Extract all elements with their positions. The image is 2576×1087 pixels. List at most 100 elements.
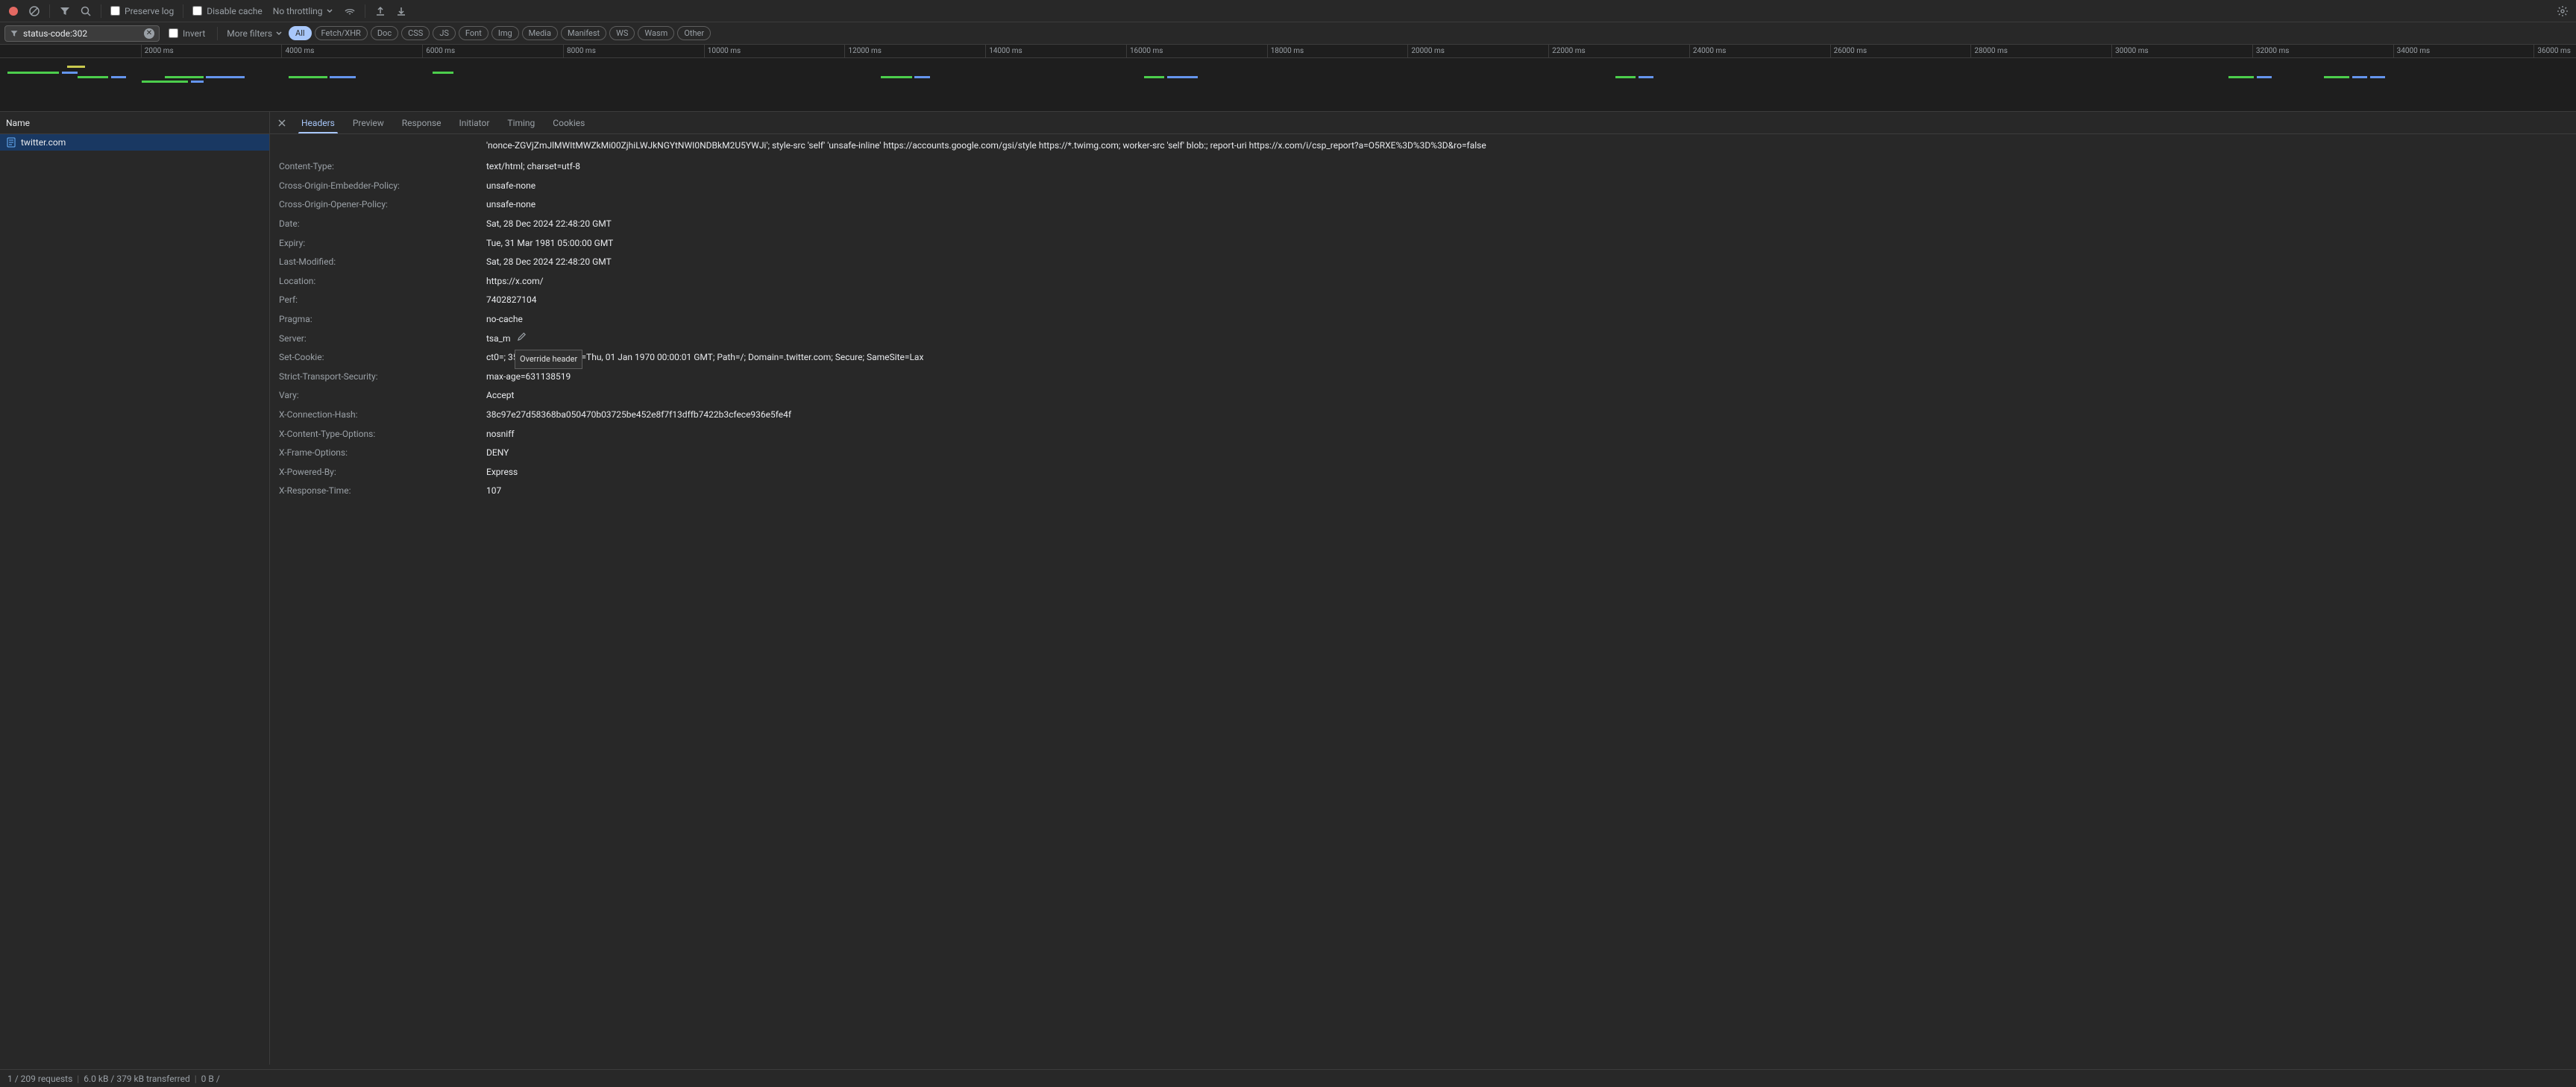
override-header-tooltip: Override header xyxy=(515,350,582,369)
filter-input-wrap[interactable]: ✕ xyxy=(4,25,160,42)
header-value: Tue, 31 Mar 1981 05:00:00 GMT xyxy=(486,236,2567,252)
header-name: Expiry: xyxy=(279,236,486,252)
disable-cache-checkbox[interactable]: Disable cache xyxy=(189,6,266,16)
download-har-icon[interactable] xyxy=(392,2,410,20)
status-transferred: 6.0 kB / 379 kB transferred xyxy=(84,1074,190,1084)
timeline-data xyxy=(0,58,2576,112)
header-value: Sat, 28 Dec 2024 22:48:20 GMT xyxy=(486,216,2567,233)
tab-initiator[interactable]: Initiator xyxy=(450,112,499,133)
filter-input[interactable] xyxy=(23,28,139,39)
timeline-tick: 26000 ms xyxy=(1830,45,1867,57)
header-value: max-age=631138519 xyxy=(486,369,2567,385)
header-name: X-Response-Time: xyxy=(279,483,486,500)
timeline-tick: 16000 ms xyxy=(1126,45,1163,57)
timeline-tick: 4000 ms xyxy=(281,45,314,57)
filter-toggle-icon[interactable] xyxy=(56,2,74,20)
upload-har-icon[interactable] xyxy=(371,2,389,20)
header-row: Server:tsa_m xyxy=(270,330,2576,349)
throttling-select[interactable]: No throttling xyxy=(268,6,338,16)
request-row[interactable]: twitter.com xyxy=(0,134,269,151)
close-details-icon[interactable] xyxy=(273,114,291,132)
timeline-tick: 6000 ms xyxy=(422,45,455,57)
header-name: Date: xyxy=(279,216,486,233)
timeline-ruler: 2000 ms4000 ms6000 ms8000 ms10000 ms1200… xyxy=(0,45,2576,58)
tab-response[interactable]: Response xyxy=(393,112,450,133)
header-name: Content-Type: xyxy=(279,159,486,175)
network-toolbar: Preserve log Disable cache No throttling xyxy=(0,0,2576,22)
tab-cookies[interactable]: Cookies xyxy=(544,112,594,133)
toolbar-divider xyxy=(49,4,50,18)
header-row: X-Connection-Hash:38c97e27d58368ba050470… xyxy=(270,406,2576,425)
header-row: Pragma:no-cache xyxy=(270,310,2576,330)
filter-pill-wasm[interactable]: Wasm xyxy=(638,26,674,40)
filter-pill-manifest[interactable]: Manifest xyxy=(561,26,606,40)
more-filters-label: More filters xyxy=(227,28,272,39)
timeline-tick: 28000 ms xyxy=(1970,45,2008,57)
header-row: X-Frame-Options:DENY xyxy=(270,444,2576,463)
clear-button[interactable] xyxy=(25,2,43,20)
filter-pill-media[interactable]: Media xyxy=(522,26,558,40)
header-row: Set-Cookie:ct0=; 35426099; Expires=Thu, … xyxy=(270,348,2576,368)
header-row: Cross-Origin-Opener-Policy:unsafe-none xyxy=(270,195,2576,215)
header-name: X-Powered-By: xyxy=(279,464,486,481)
header-value: DENY xyxy=(486,445,2567,461)
timeline-overview[interactable]: 2000 ms4000 ms6000 ms8000 ms10000 ms1200… xyxy=(0,45,2576,112)
filter-pill-fetchxhr[interactable]: Fetch/XHR xyxy=(315,26,368,40)
tab-timing[interactable]: Timing xyxy=(498,112,544,133)
invert-label: Invert xyxy=(183,28,205,39)
record-button[interactable] xyxy=(4,2,22,20)
header-row: X-Powered-By:Express xyxy=(270,463,2576,482)
headers-content: 'nonce-ZGVjZmJlMWItMWZkMi00ZjhiLWJkNGYtN… xyxy=(270,134,2576,1065)
network-conditions-icon[interactable] xyxy=(341,2,359,20)
filter-pill-other[interactable]: Other xyxy=(677,26,711,40)
header-name: Vary: xyxy=(279,388,486,404)
details-tab-strip: HeadersPreviewResponseInitiatorTimingCoo… xyxy=(270,112,2576,134)
timeline-tick: 10000 ms xyxy=(704,45,741,57)
header-value: unsafe-none xyxy=(486,197,2567,213)
header-value: Sat, 28 Dec 2024 22:48:20 GMT xyxy=(486,254,2567,271)
settings-icon[interactable] xyxy=(2554,2,2572,20)
request-list-panel: Name twitter.com xyxy=(0,112,270,1065)
tab-headers[interactable]: Headers xyxy=(292,112,344,133)
header-value: https://x.com/ xyxy=(486,274,2567,290)
chevron-down-icon xyxy=(275,30,283,37)
header-row: Vary:Accept xyxy=(270,386,2576,406)
header-name: Cross-Origin-Opener-Policy: xyxy=(279,197,486,213)
timeline-tick: 18000 ms xyxy=(1267,45,1304,57)
disable-cache-label: Disable cache xyxy=(207,6,263,16)
filter-pill-font[interactable]: Font xyxy=(459,26,489,40)
tab-preview[interactable]: Preview xyxy=(344,112,393,133)
clear-filter-icon[interactable]: ✕ xyxy=(144,28,154,39)
header-name: X-Connection-Hash: xyxy=(279,407,486,423)
timeline-tick: 30000 ms xyxy=(2111,45,2149,57)
preserve-log-checkbox[interactable]: Preserve log xyxy=(107,6,177,16)
timeline-tick: 34000 ms xyxy=(2393,45,2431,57)
name-column-header[interactable]: Name xyxy=(0,112,269,134)
preserve-log-label: Preserve log xyxy=(125,6,174,16)
header-row: Date:Sat, 28 Dec 2024 22:48:20 GMT xyxy=(270,215,2576,234)
header-value: ct0=; 35426099; Expires=Thu, 01 Jan 1970… xyxy=(486,350,2567,366)
filter-pill-ws[interactable]: WS xyxy=(609,26,635,40)
filter-pill-doc[interactable]: Doc xyxy=(371,26,398,40)
filter-pill-js[interactable]: JS xyxy=(433,26,456,40)
timeline-tick: 22000 ms xyxy=(1548,45,1586,57)
header-name: X-Content-Type-Options: xyxy=(279,426,486,443)
header-row: Last-Modified:Sat, 28 Dec 2024 22:48:20 … xyxy=(270,253,2576,272)
header-row: Content-Type:text/html; charset=utf-8 xyxy=(270,157,2576,177)
status-requests: 1 / 209 requests xyxy=(7,1074,72,1084)
details-panel: HeadersPreviewResponseInitiatorTimingCoo… xyxy=(270,112,2576,1065)
filter-pill-all[interactable]: All xyxy=(289,26,312,40)
header-name: Last-Modified: xyxy=(279,254,486,271)
invert-checkbox[interactable]: Invert xyxy=(166,28,208,39)
filter-pill-img[interactable]: Img xyxy=(491,26,519,40)
timeline-tick: 12000 ms xyxy=(844,45,882,57)
request-name: twitter.com xyxy=(21,137,66,148)
more-filters-button[interactable]: More filters xyxy=(227,28,283,39)
edit-header-icon[interactable] xyxy=(517,331,527,347)
search-icon[interactable] xyxy=(77,2,95,20)
header-name: Set-Cookie: xyxy=(279,350,486,366)
status-bar: 1 / 209 requests | 6.0 kB / 379 kB trans… xyxy=(0,1069,2576,1087)
timeline-tick: 20000 ms xyxy=(1407,45,1445,57)
header-row: Location:https://x.com/ xyxy=(270,272,2576,292)
filter-pill-css[interactable]: CSS xyxy=(401,26,430,40)
